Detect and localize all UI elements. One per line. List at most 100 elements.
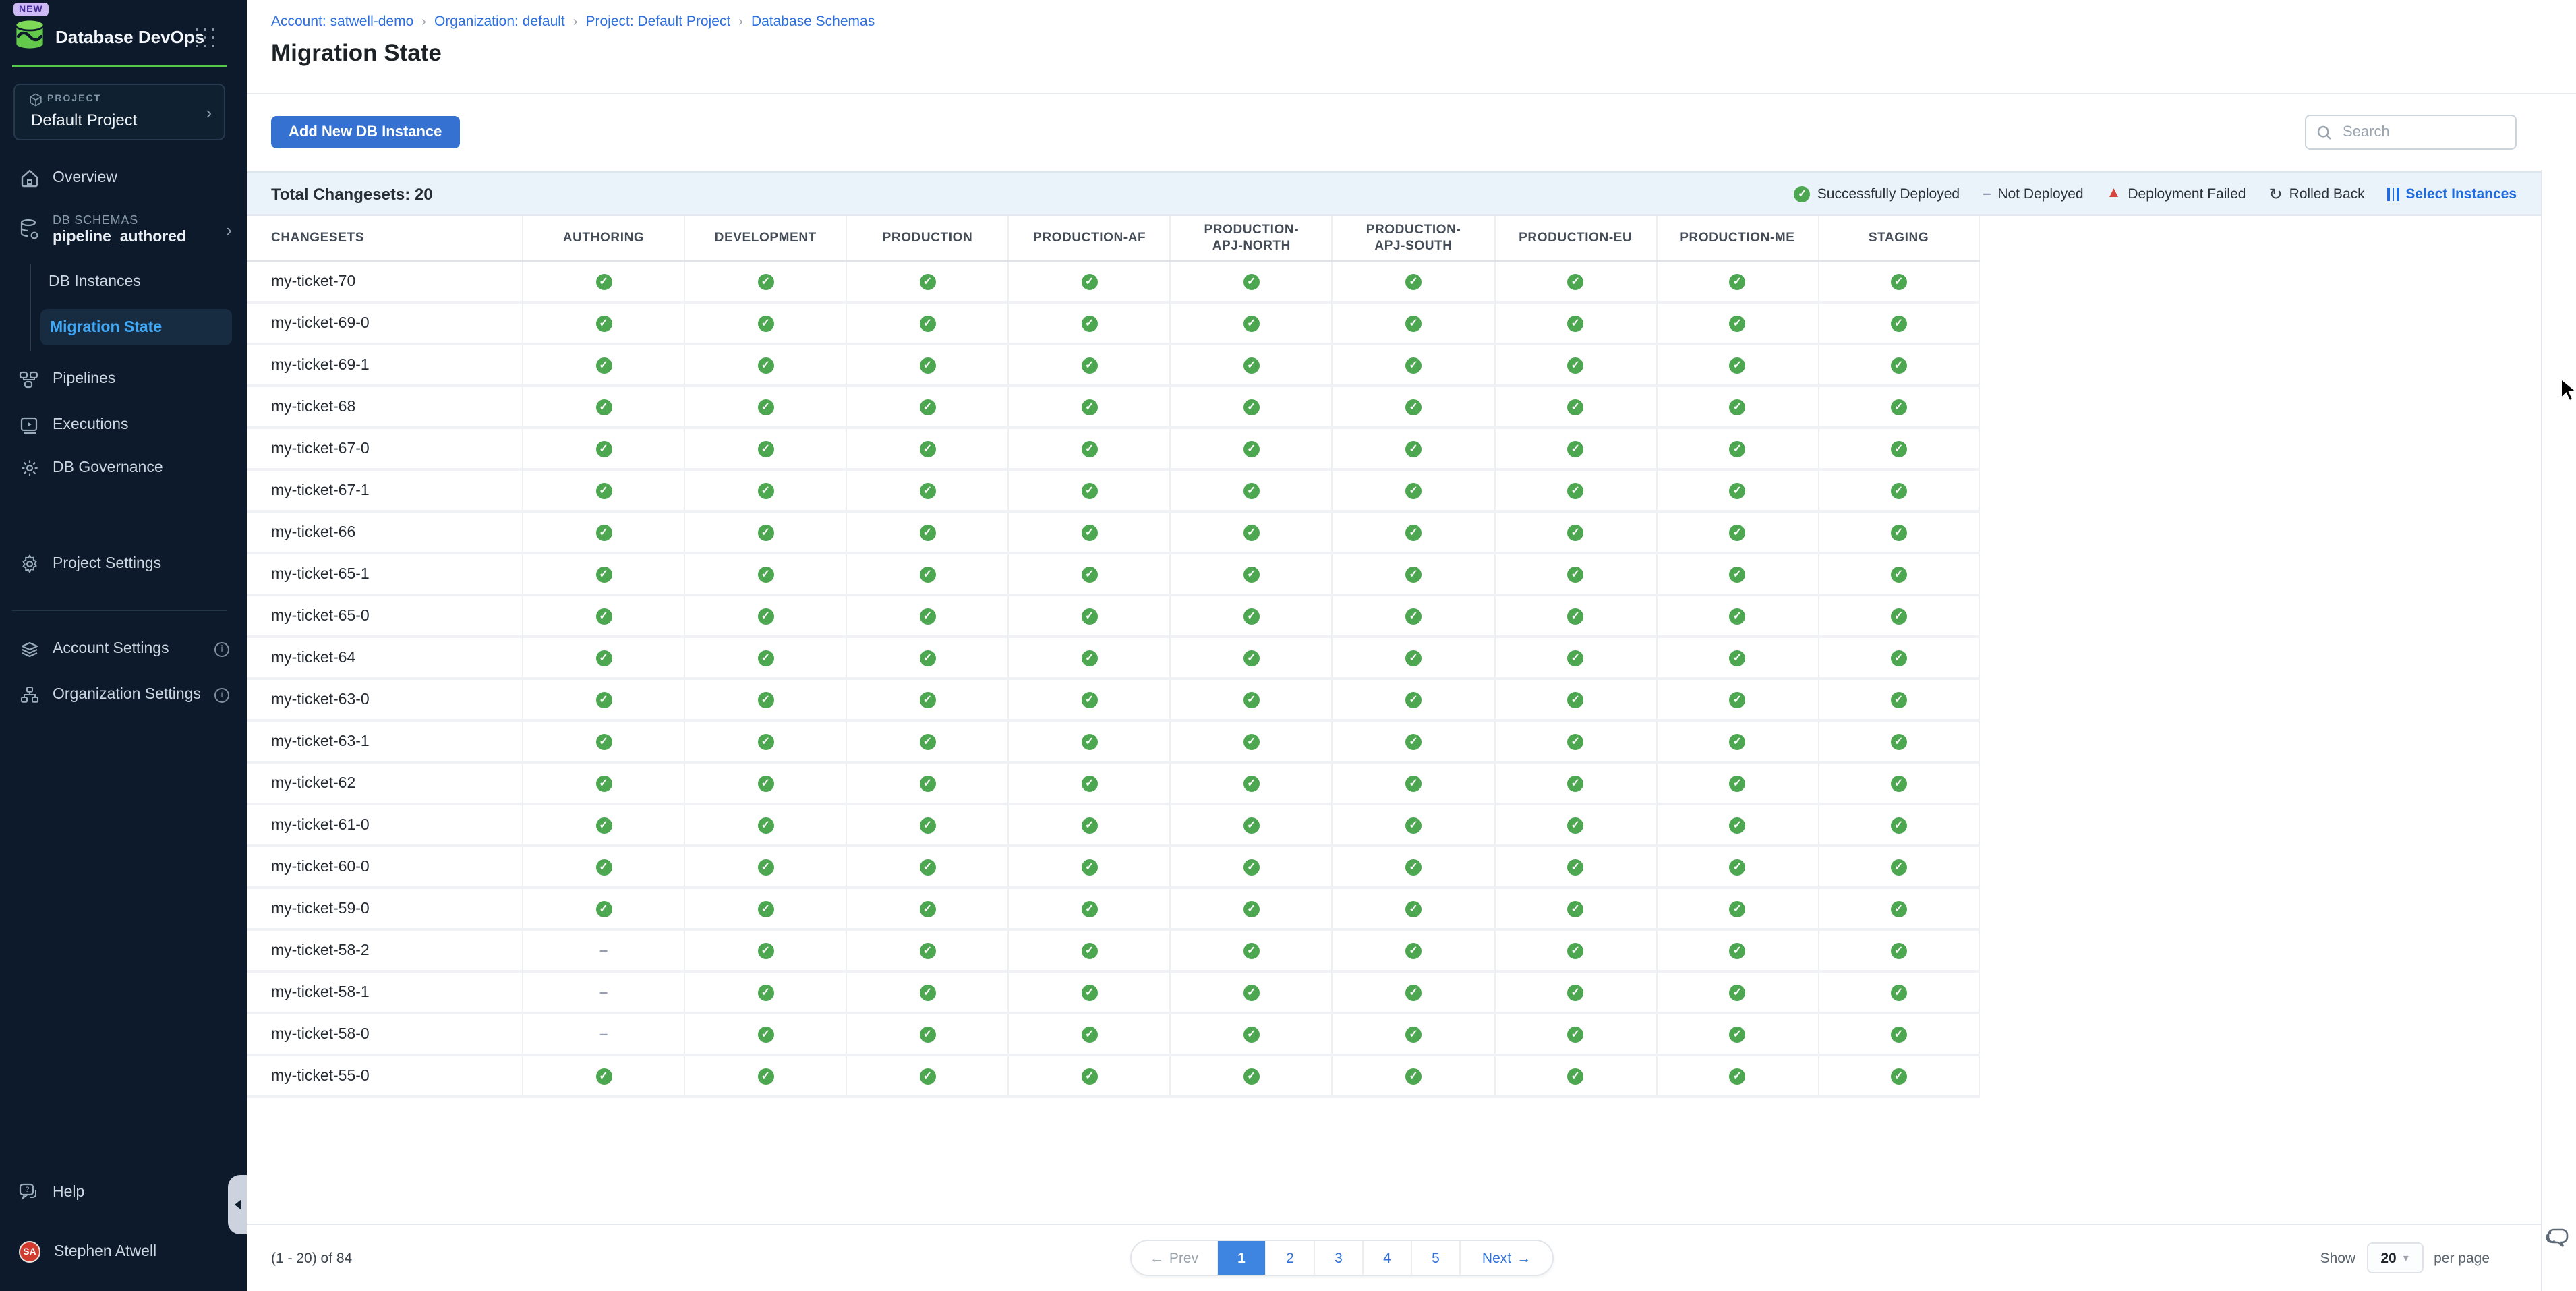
table-row: my-ticket-64✓✓✓✓✓✓✓✓✓ — [247, 638, 1980, 680]
db-schema-name: pipeline_authored — [53, 229, 186, 246]
pagination-prev-button[interactable]: ←Prev — [1132, 1241, 1218, 1275]
pagination-page-3[interactable]: 3 — [1315, 1241, 1364, 1275]
column-header: DEVELOPMENT — [684, 216, 846, 260]
pagination-page-1[interactable]: 1 — [1218, 1241, 1266, 1275]
table-row: my-ticket-63-0✓✓✓✓✓✓✓✓✓ — [247, 680, 1980, 722]
sidebar-item-pipelines[interactable]: Pipelines — [0, 359, 247, 399]
total-changesets-label: Total Changesets: 20 — [271, 185, 433, 204]
sidebar-item-migration-state-active[interactable]: Migration State — [40, 309, 232, 345]
status-cell: ✓ — [1818, 805, 1980, 844]
status-not-deployed-dash-icon: – — [599, 942, 608, 958]
breadcrumb-link[interactable]: Organization: default — [434, 13, 565, 30]
status-cell: ✓ — [846, 304, 1007, 343]
status-cell: ✓ — [1494, 345, 1656, 384]
breadcrumb-link[interactable]: Database Schemas — [751, 13, 875, 30]
breadcrumb-link[interactable]: Account: satwell-demo — [271, 13, 413, 30]
status-deployed-check-icon: ✓ — [1567, 733, 1583, 749]
add-new-db-instance-button[interactable]: Add New DB Instance — [271, 116, 459, 148]
status-cell: ✓ — [846, 1014, 1007, 1054]
feedback-chat-icon[interactable] — [2545, 1226, 2572, 1259]
table-row: my-ticket-68✓✓✓✓✓✓✓✓✓ — [247, 387, 1980, 429]
status-deployed-check-icon: ✓ — [1243, 817, 1260, 833]
breadcrumb-separator-icon: › — [573, 14, 578, 29]
sidebar-item-executions[interactable]: Executions — [0, 405, 247, 445]
status-cell: ✓ — [1332, 973, 1494, 1012]
status-cell: ✓ — [522, 429, 684, 468]
status-cell: ✓ — [1008, 638, 1170, 677]
status-cell: ✓ — [846, 722, 1007, 761]
sidebar-item-help[interactable]: ? Help — [0, 1172, 247, 1213]
changeset-name-cell: my-ticket-59-0 — [247, 889, 522, 928]
pagination-next-label: Next — [1482, 1250, 1511, 1266]
status-cell: ✓ — [1332, 554, 1494, 594]
sidebar-item-label: Overview — [53, 170, 117, 186]
status-deployed-check-icon: ✓ — [1891, 482, 1907, 498]
sidebar-item-label: Executions — [53, 417, 129, 433]
status-cell: ✓ — [1008, 262, 1170, 301]
status-cell: ✓ — [1494, 764, 1656, 803]
status-cell: ✓ — [846, 513, 1007, 552]
status-deployed-check-icon: ✓ — [1729, 942, 1745, 958]
status-cell: ✓ — [1494, 805, 1656, 844]
chevron-down-icon: ▾ — [2403, 1252, 2409, 1264]
status-cell: ✓ — [522, 638, 684, 677]
status-deployed-check-icon: ✓ — [1729, 566, 1745, 582]
chevron-right-icon: › — [226, 219, 232, 239]
status-deployed-check-icon: ✓ — [1729, 859, 1745, 875]
status-deployed-check-icon: ✓ — [757, 273, 773, 289]
column-header-label: AUTHORING — [563, 230, 644, 246]
status-cell: ✓ — [1494, 680, 1656, 719]
status-deployed-check-icon: ✓ — [1891, 524, 1907, 540]
sidebar-item-db-schemas[interactable]: DB SCHEMAS pipeline_authored › — [0, 202, 247, 256]
status-deployed-check-icon: ✓ — [1405, 357, 1422, 373]
app-switcher-grid-icon[interactable] — [196, 28, 216, 49]
status-deployed-check-icon: ✓ — [919, 608, 935, 624]
sidebar-item-account-settings[interactable]: Account Settings i — [0, 629, 247, 669]
status-cell: ✓ — [1818, 262, 1980, 301]
sidebar-item-db-governance[interactable]: DB Governance — [0, 448, 247, 488]
table-row: my-ticket-58-2–✓✓✓✓✓✓✓✓ — [247, 931, 1980, 973]
sidebar-item-label: Organization Settings — [53, 687, 201, 703]
pagination-page-5[interactable]: 5 — [1412, 1241, 1461, 1275]
table-body: my-ticket-70✓✓✓✓✓✓✓✓✓my-ticket-69-0✓✓✓✓✓… — [247, 262, 1980, 1098]
status-deployed-check-icon: ✓ — [1405, 315, 1422, 331]
pagination-page-2[interactable]: 2 — [1266, 1241, 1315, 1275]
status-cell: – — [522, 973, 684, 1012]
user-menu[interactable]: SA Stephen Atwell — [0, 1232, 247, 1272]
status-cell: ✓ — [1332, 471, 1494, 510]
changeset-name-cell: my-ticket-58-1 — [247, 973, 522, 1012]
table-row: my-ticket-65-1✓✓✓✓✓✓✓✓✓ — [247, 554, 1980, 596]
page-size-select[interactable]: 20 ▾ — [2366, 1242, 2423, 1273]
status-cell: ✓ — [684, 889, 846, 928]
pagination-page-4[interactable]: 4 — [1364, 1241, 1412, 1275]
status-cell: ✓ — [1008, 471, 1170, 510]
status-deployed-check-icon: ✓ — [919, 566, 935, 582]
select-instances-label: Select Instances — [2405, 185, 2517, 202]
sidebar-item-organization-settings[interactable]: Organization Settings i — [0, 675, 247, 715]
status-cell: ✓ — [1170, 262, 1332, 301]
sidebar-item-overview[interactable]: Overview — [0, 158, 247, 198]
status-cell: ✓ — [522, 805, 684, 844]
status-cell: ✓ — [1818, 513, 1980, 552]
status-cell: ✓ — [522, 345, 684, 384]
changeset-name-cell: my-ticket-61-0 — [247, 805, 522, 844]
status-deployed-check-icon: ✓ — [1405, 859, 1422, 875]
status-deployed-check-icon: ✓ — [757, 817, 773, 833]
status-cell: ✓ — [522, 722, 684, 761]
sidebar-item-db-instances[interactable]: DB Instances — [49, 274, 141, 290]
status-cell: ✓ — [684, 973, 846, 1012]
settings-gear-icon — [19, 554, 39, 574]
column-header: PRODUCTION-APJ-SOUTH — [1332, 216, 1494, 260]
pagination-next-button[interactable]: Next→ — [1461, 1241, 1552, 1275]
breadcrumb-link[interactable]: Project: Default Project — [585, 13, 730, 30]
sidebar-item-project-settings[interactable]: Project Settings — [0, 544, 247, 584]
sidebar-item-label: Migration State — [50, 319, 162, 335]
select-instances-button[interactable]: Select Instances — [2388, 185, 2517, 202]
search-input[interactable] — [2340, 123, 2495, 142]
status-deployed-check-icon: ✓ — [595, 524, 612, 540]
status-deployed-check-icon: ✓ — [595, 273, 612, 289]
sidebar-collapse-handle[interactable] — [228, 1175, 247, 1234]
pipelines-icon — [19, 369, 39, 389]
status-cell: ✓ — [1008, 805, 1170, 844]
project-selector[interactable]: PROJECT Default Project › — [13, 84, 225, 140]
